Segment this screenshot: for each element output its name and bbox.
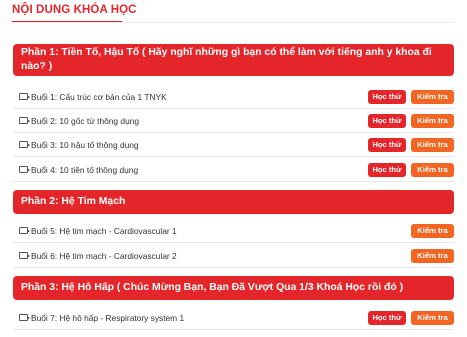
lesson-row-4: Buổi 4: 10 tiền tố thông dụng Học thử Ki… [13, 158, 454, 182]
video-icon [19, 227, 30, 234]
section-title-3: Phần 3: Hệ Hô Hấp ( Chúc Mừng Bạn, Bạn Đ… [21, 282, 404, 293]
heading-divider [12, 22, 455, 23]
try-lesson-button-4[interactable]: Học thử [368, 162, 406, 177]
section-header-1[interactable]: Phần 1: Tiền Tố, Hậu Tố ( Hãy nghĩ những… [13, 44, 454, 76]
course-content-heading: NỘI DUNG KHÓA HỌC [12, 4, 137, 16]
lesson-row-2: Buổi 2: 10 gốc từ thông dụng Học thử Kiể… [13, 109, 454, 133]
test-button-2[interactable]: Kiểm tra [411, 113, 454, 128]
lesson-row-7: Buổi 7: Hệ hô hấp - Respiratory system 1… [13, 306, 454, 330]
test-button-3[interactable]: Kiểm tra [411, 137, 454, 152]
test-button-4[interactable]: Kiểm tra [411, 162, 454, 177]
lesson-row-6: Buổi 6: Hệ tim mạch - Cardiovascular 2 K… [13, 244, 454, 268]
video-icon [19, 117, 30, 124]
try-lesson-button-2[interactable]: Học thử [368, 113, 406, 128]
course-content-panel: NỘI DUNG KHÓA HỌC Phần 1: Tiền Tố, Hậu T… [0, 0, 467, 337]
section-header-2[interactable]: Phần 2: Hệ Tim Mạch [13, 190, 454, 214]
video-icon [19, 252, 30, 259]
try-lesson-button-7[interactable]: Học thử [368, 310, 406, 325]
video-icon [19, 166, 30, 173]
lesson-title-4[interactable]: Buổi 4: 10 tiền tố thông dụng [31, 165, 368, 175]
try-lesson-button-1[interactable]: Học thử [368, 89, 406, 104]
video-icon [19, 314, 30, 321]
test-button-6[interactable]: Kiểm tra [411, 248, 454, 263]
lesson-row-3: Buổi 3: 10 hậu tố thông dụng Học thử Kiể… [13, 133, 454, 157]
lesson-title-5[interactable]: Buổi 5: Hệ tim mạch - Cardiovascular 1 [31, 226, 411, 236]
section-header-3[interactable]: Phần 3: Hệ Hô Hấp ( Chúc Mừng Bạn, Bạn Đ… [13, 276, 454, 300]
lesson-row-1: Buổi 1: Cấu trúc cơ bản của 1 TNYK Học t… [13, 85, 454, 109]
section-title-2: Phần 2: Hệ Tim Mạch [21, 196, 126, 207]
lesson-title-1[interactable]: Buổi 1: Cấu trúc cơ bản của 1 TNYK [31, 92, 368, 102]
test-button-5[interactable]: Kiểm tra [411, 223, 454, 238]
lesson-row-5: Buổi 5: Hệ tim mạch - Cardiovascular 1 K… [13, 219, 454, 243]
test-button-7[interactable]: Kiểm tra [411, 310, 454, 325]
try-lesson-button-3[interactable]: Học thử [368, 137, 406, 152]
lesson-title-7[interactable]: Buổi 7: Hệ hô hấp - Respiratory system 1 [31, 313, 368, 323]
video-icon [19, 93, 30, 100]
test-button-1[interactable]: Kiểm tra [411, 89, 454, 104]
lesson-title-2[interactable]: Buổi 2: 10 gốc từ thông dụng [31, 116, 368, 126]
lesson-title-3[interactable]: Buổi 3: 10 hậu tố thông dụng [31, 140, 368, 150]
section-title-1: Phần 1: Tiền Tố, Hậu Tố ( Hãy nghĩ những… [21, 47, 432, 72]
lesson-title-6[interactable]: Buổi 6: Hệ tim mạch - Cardiovascular 2 [31, 251, 411, 261]
video-icon [19, 141, 30, 148]
